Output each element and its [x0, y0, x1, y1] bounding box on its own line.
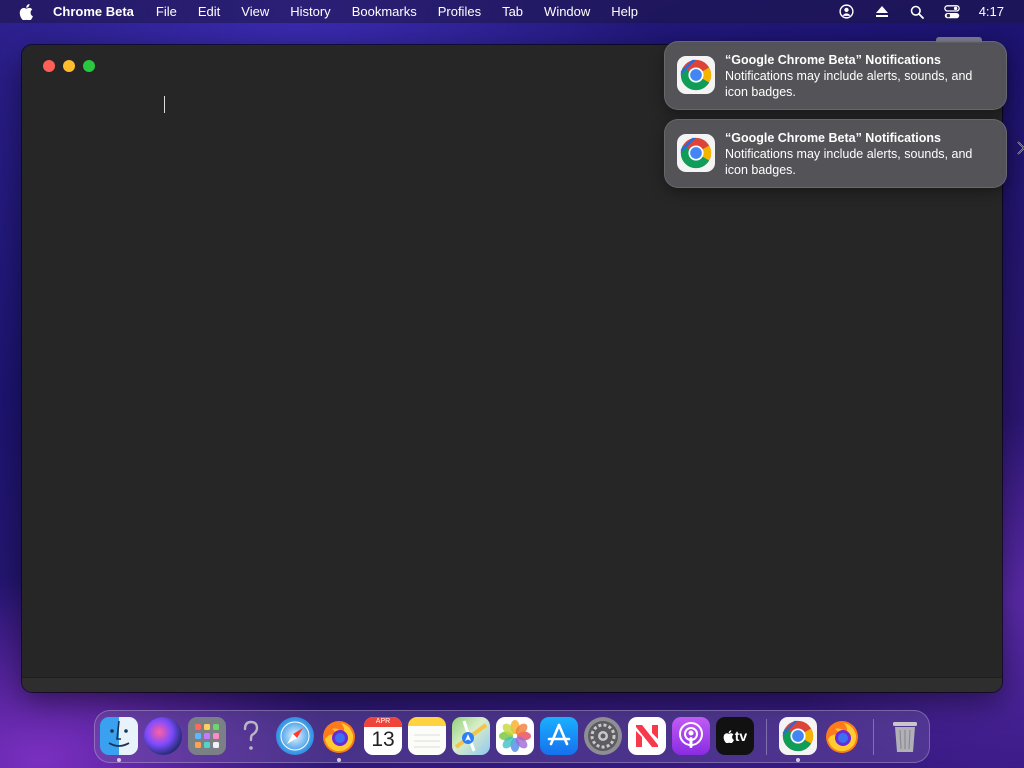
menu-clock[interactable]: 4:17 [979, 4, 1004, 19]
window-bottom-bar [22, 677, 1002, 692]
calendar-icon[interactable]: APR 13 [364, 717, 402, 755]
dock: APR 13 tv [94, 710, 930, 763]
running-indicator [796, 758, 800, 762]
minimize-window-button[interactable] [63, 60, 75, 72]
menu-bookmarks[interactable]: Bookmarks [352, 4, 417, 19]
running-indicator [117, 758, 121, 762]
eject-icon[interactable] [874, 4, 890, 20]
dock-separator [873, 719, 874, 755]
menu-history[interactable]: History [290, 4, 330, 19]
menu-edit[interactable]: Edit [198, 4, 220, 19]
chrome-beta-icon[interactable] [779, 717, 817, 755]
siri-icon[interactable] [144, 717, 182, 755]
launchpad-icon[interactable] [188, 717, 226, 755]
chrome-beta-icon [677, 56, 715, 94]
zoom-window-button[interactable] [83, 60, 95, 72]
spotlight-search-icon[interactable] [909, 4, 925, 20]
close-window-button[interactable] [43, 60, 55, 72]
calendar-day: 13 [371, 728, 395, 751]
menu-bar: Chrome Beta File Edit View History Bookm… [0, 0, 1024, 23]
menu-file[interactable]: File [156, 4, 177, 19]
running-indicator [337, 758, 341, 762]
calendar-month: APR [364, 717, 402, 727]
app-store-icon[interactable] [540, 717, 578, 755]
notification-title: “Google Chrome Beta” Notifications [725, 131, 941, 145]
firefox-icon[interactable] [823, 717, 861, 755]
notification-body: Notifications may include alerts, sounds… [725, 147, 973, 177]
apple-menu-icon[interactable] [18, 3, 34, 20]
news-icon[interactable] [628, 717, 666, 755]
maps-icon[interactable] [452, 717, 490, 755]
user-account-icon[interactable] [839, 4, 855, 20]
system-preferences-icon[interactable] [584, 717, 622, 755]
safari-icon[interactable] [276, 717, 314, 755]
menu-window[interactable]: Window [544, 4, 590, 19]
dock-separator [766, 719, 767, 755]
notification-card[interactable]: “Google Chrome Beta” Notifications Notif… [664, 41, 1007, 110]
menu-view[interactable]: View [241, 4, 269, 19]
podcasts-icon[interactable] [672, 717, 710, 755]
photos-icon[interactable] [496, 717, 534, 755]
firefox-icon[interactable] [320, 717, 358, 755]
chrome-beta-icon [677, 134, 715, 172]
notification-card[interactable]: “Google Chrome Beta” Notifications Notif… [664, 119, 1007, 188]
menu-app-name[interactable]: Chrome Beta [53, 4, 134, 19]
menu-help[interactable]: Help [611, 4, 638, 19]
finder-icon[interactable] [100, 717, 138, 755]
text-cursor [164, 96, 165, 113]
notification-body: Notifications may include alerts, sounds… [725, 69, 973, 99]
unknown-app-icon[interactable] [232, 717, 270, 755]
control-center-icon[interactable] [943, 4, 960, 20]
notification-title: “Google Chrome Beta” Notifications [725, 53, 941, 67]
window-controls [43, 60, 103, 72]
apple-tv-icon[interactable]: tv [716, 717, 754, 755]
menu-tab[interactable]: Tab [502, 4, 523, 19]
menu-profiles[interactable]: Profiles [438, 4, 481, 19]
mouse-pointer-icon [1017, 141, 1024, 162]
trash-icon[interactable] [886, 717, 924, 755]
notes-icon[interactable] [408, 717, 446, 755]
apple-tv-label: tv [734, 728, 748, 744]
